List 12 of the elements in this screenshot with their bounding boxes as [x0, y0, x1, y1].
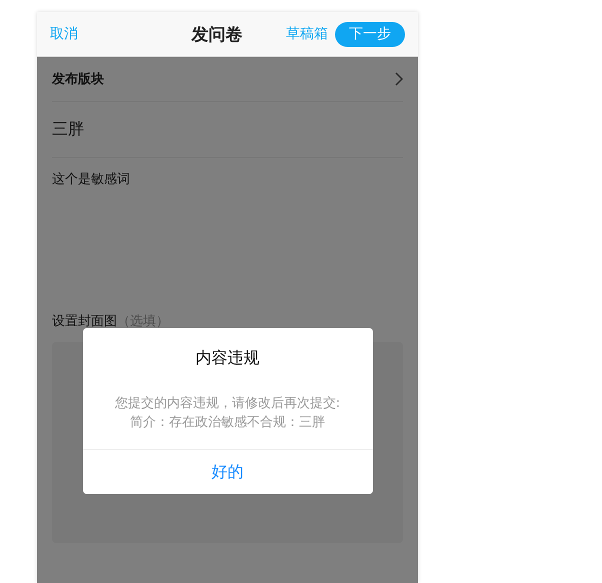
- page-title: 发问卷: [190, 24, 244, 46]
- description-field[interactable]: 这个是敏感词: [52, 158, 403, 300]
- confirm-button[interactable]: 好的: [82, 449, 372, 494]
- next-button[interactable]: 下一步: [335, 22, 405, 46]
- dialog-message: 您提交的内容违规，请修改后再次提交: 简介：存在政治敏感不合规：三胖: [114, 395, 340, 432]
- dialog-title: 内容违规: [196, 348, 260, 369]
- cover-label: 设置封面图: [52, 313, 117, 330]
- title-field[interactable]: 三胖: [52, 102, 403, 158]
- cancel-link[interactable]: 取消: [50, 25, 78, 43]
- section-label: 发布版块: [52, 71, 104, 88]
- drafts-link[interactable]: 草稿箱: [286, 25, 328, 43]
- chevron-right-icon[interactable]: [395, 72, 403, 86]
